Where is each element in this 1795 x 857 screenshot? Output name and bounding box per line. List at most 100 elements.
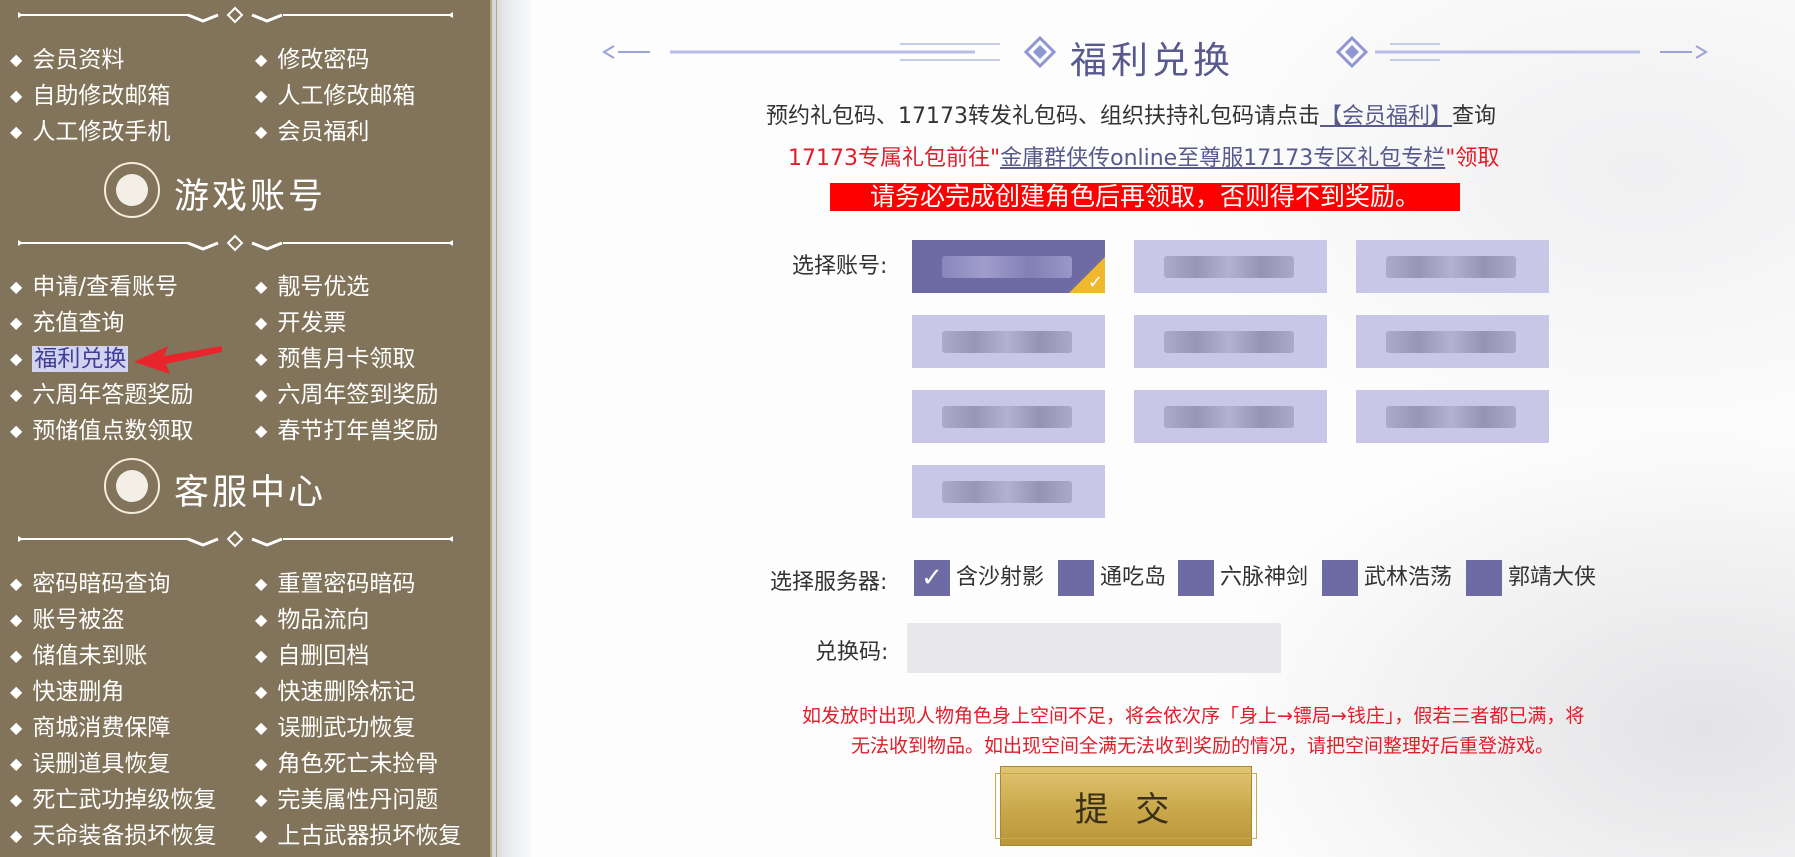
menu-item-benefit-exchange[interactable]: ◆ 福利兑换 — [10, 344, 129, 374]
menu-item-anniversary-checkin[interactable]: ◆ 六周年签到奖励 — [255, 380, 438, 410]
menu-item-manual-change-email[interactable]: ◆ 人工修改邮箱 — [255, 81, 415, 111]
menu-item-reset-password[interactable]: ◆ 重置密码暗码 — [255, 569, 415, 599]
bullet-icon: ◆ — [10, 86, 23, 105]
bullet-icon: ◆ — [255, 313, 268, 332]
ornament-divider — [18, 6, 453, 24]
menu-item-item-trace[interactable]: ◆ 物品流向 — [255, 605, 369, 635]
bullet-icon: ◆ — [10, 313, 23, 332]
menu-item-prepaid-points[interactable]: ◆ 预储值点数领取 — [10, 416, 193, 446]
bullet-icon: ◆ — [10, 646, 23, 665]
menu-item-member-info[interactable]: ◆ 会员资料 — [10, 45, 124, 75]
bullet-icon: ◆ — [255, 646, 268, 665]
section-game-account: 游戏账号 — [104, 162, 344, 222]
page-title: 福利兑换 — [1070, 39, 1234, 82]
account-tile[interactable] — [1134, 390, 1327, 443]
menu-item-change-password[interactable]: ◆ 修改密码 — [255, 45, 369, 75]
menu-item-item-restore[interactable]: ◆ 误删道具恢复 — [10, 749, 170, 779]
bullet-icon: ◆ — [10, 385, 23, 404]
checkbox-icon[interactable] — [1466, 560, 1502, 596]
hint-line-1: 如发放时出现人物角色身上空间不足，将会依次序「身上→镖局→钱庄」，假若三者都已满… — [802, 705, 1585, 727]
bullet-icon: ◆ — [255, 826, 268, 845]
menu-item-member-benefits[interactable]: ◆ 会员福利 — [255, 117, 369, 147]
menu-item-presale-monthly-card[interactable]: ◆ 预售月卡领取 — [255, 344, 415, 374]
bullet-icon: ◆ — [10, 682, 23, 701]
ornament-divider — [18, 530, 453, 548]
checkbox-icon[interactable] — [1178, 560, 1214, 596]
menu-item-anniversary-quiz[interactable]: ◆ 六周年答题奖励 — [10, 380, 193, 410]
account-tile[interactable] — [1356, 240, 1549, 293]
bullet-icon: ◆ — [255, 50, 268, 69]
member-benefits-link[interactable]: 【会员福利】 — [1320, 104, 1452, 129]
menu-item-mall-guarantee[interactable]: ◆ 商城消费保障 — [10, 713, 170, 743]
red-arrow-icon — [134, 346, 222, 374]
menu-item-ancient-weapon[interactable]: ◆ 上古武器损坏恢复 — [255, 821, 461, 851]
menu-item-recharge-query[interactable]: ◆ 充值查询 — [10, 308, 124, 338]
bullet-icon: ◆ — [10, 421, 23, 440]
account-tile[interactable] — [1134, 240, 1327, 293]
checkbox-checked-icon[interactable]: ✓ — [914, 560, 950, 596]
account-tile[interactable] — [1356, 315, 1549, 368]
menu-item-invoice[interactable]: ◆ 开发票 — [255, 308, 346, 338]
ornament-divider — [18, 234, 453, 252]
bullet-icon: ◆ — [10, 277, 23, 296]
server-label: 选择服务器: — [770, 570, 888, 595]
bullet-icon: ◆ — [255, 385, 268, 404]
notice-17173-gift: 17173专属礼包前往"金庸群侠传online至尊服17173专区礼包专栏"领取 — [788, 146, 1500, 171]
menu-item-self-rollback[interactable]: ◆ 自删回档 — [255, 641, 369, 671]
menu-item-perfect-pill[interactable]: ◆ 完美属性丹问题 — [255, 785, 438, 815]
bullet-icon: ◆ — [10, 50, 23, 69]
menu-item-apply-view-account[interactable]: ◆ 申请/查看账号 — [10, 272, 178, 302]
bullet-icon: ◆ — [255, 790, 268, 809]
bullet-icon: ◆ — [255, 86, 268, 105]
game-account-emblem-icon — [104, 162, 160, 218]
menu-item-account-stolen[interactable]: ◆ 账号被盗 — [10, 605, 124, 635]
exchange-code-input[interactable] — [907, 623, 1281, 673]
account-tile[interactable] — [912, 315, 1105, 368]
main-content: 福利兑换 预约礼包码、17173转发礼包码、组织扶持礼包码请点击【会员福利】查询… — [530, 0, 1795, 857]
account-tile[interactable] — [1134, 315, 1327, 368]
bullet-icon: ◆ — [10, 826, 23, 845]
submit-button[interactable]: 提 交 — [995, 766, 1257, 846]
bullet-icon: ◆ — [255, 682, 268, 701]
menu-item-quick-delete-mark[interactable]: ◆ 快速删除标记 — [255, 677, 415, 707]
menu-item-self-change-email[interactable]: ◆ 自助修改邮箱 — [10, 81, 170, 111]
checkbox-icon[interactable] — [1058, 560, 1094, 596]
bullet-icon: ◆ — [255, 754, 268, 773]
bullet-icon: ◆ — [10, 610, 23, 629]
account-tile[interactable] — [1356, 390, 1549, 443]
bullet-icon: ◆ — [255, 349, 268, 368]
section-title: 客服中心 — [174, 473, 327, 513]
bullet-icon: ◆ — [10, 122, 23, 141]
bullet-icon: ◆ — [255, 718, 268, 737]
account-tile[interactable]: ✓ — [912, 240, 1105, 293]
bullet-icon: ◆ — [10, 349, 23, 368]
17173-gift-link[interactable]: 金庸群侠传online至尊服17173专区礼包专栏 — [1000, 146, 1445, 171]
menu-item-manual-change-phone[interactable]: ◆ 人工修改手机 — [10, 117, 170, 147]
menu-item-recharge-missing[interactable]: ◆ 储值未到账 — [10, 641, 147, 671]
menu-item-skill-restore[interactable]: ◆ 误删武功恢复 — [255, 713, 415, 743]
notice-gift-codes: 预约礼包码、17173转发礼包码、组织扶持礼包码请点击【会员福利】查询 — [766, 104, 1497, 129]
account-label: 选择账号: — [792, 254, 888, 279]
account-tile[interactable] — [912, 390, 1105, 443]
bullet-icon: ◆ — [255, 574, 268, 593]
menu-item-death-bones[interactable]: ◆ 角色死亡未捡骨 — [255, 749, 438, 779]
account-tile[interactable] — [912, 465, 1105, 518]
sidebar: ◆ 会员资料 ◆ 修改密码 ◆ 自助修改邮箱 ◆ 人工修改邮箱 ◆ 人工修改手机 ◆ 会员福… — [0, 0, 490, 857]
menu-item-quick-delete-role[interactable]: ◆ 快速删角 — [10, 677, 124, 707]
code-label: 兑换码: — [815, 640, 889, 665]
menu-item-premium-number[interactable]: ◆ 靓号优选 — [255, 272, 369, 302]
menu-item-destiny-equip[interactable]: ◆ 天命装备损坏恢复 — [10, 821, 216, 851]
check-icon: ✓ — [1087, 272, 1103, 293]
bullet-icon: ◆ — [255, 421, 268, 440]
section-customer-service: 客服中心 — [104, 458, 344, 518]
bullet-icon: ◆ — [10, 754, 23, 773]
bullet-icon: ◆ — [255, 122, 268, 141]
customer-service-emblem-icon — [104, 458, 160, 514]
menu-item-password-query[interactable]: ◆ 密码暗码查询 — [10, 569, 170, 599]
bullet-icon: ◆ — [255, 610, 268, 629]
section-title: 游戏账号 — [174, 177, 327, 217]
menu-item-new-year-beast[interactable]: ◆ 春节打年兽奖励 — [255, 416, 438, 446]
bullet-icon: ◆ — [10, 574, 23, 593]
menu-item-death-skill-restore[interactable]: ◆ 死亡武功掉级恢复 — [10, 785, 216, 815]
checkbox-icon[interactable] — [1322, 560, 1358, 596]
